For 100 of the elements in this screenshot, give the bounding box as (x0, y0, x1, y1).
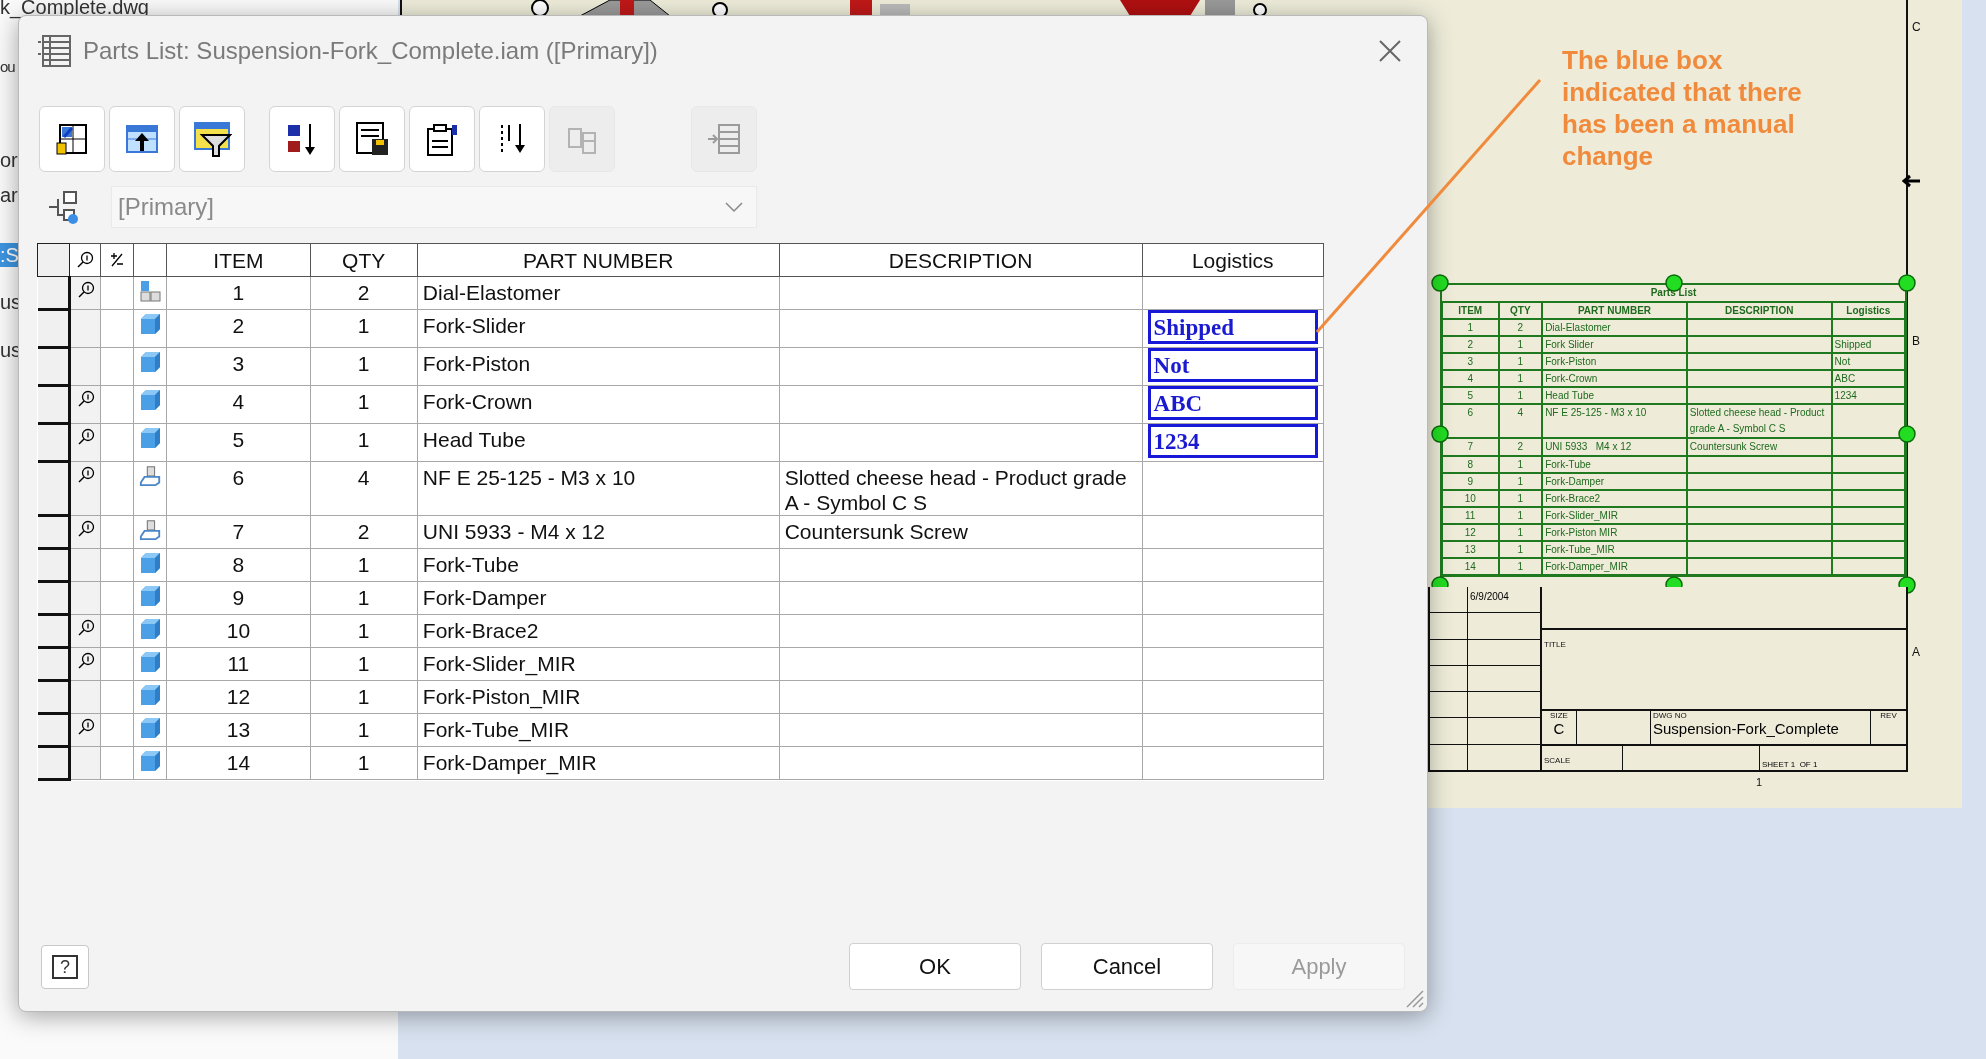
part-number: Fork-Damper (422, 586, 547, 609)
row-header[interactable] (37, 347, 70, 386)
item-number: 13 (226, 718, 251, 741)
close-icon (1378, 39, 1402, 63)
table-cell: Countersunk Screw (1686, 438, 1832, 456)
table-cell: Head Tube (1542, 387, 1687, 404)
panel-item[interactable]: ou (0, 55, 15, 79)
parts-list-table[interactable] (1440, 283, 1907, 577)
table-cell: 3 (1442, 353, 1499, 370)
item-number: 3 (232, 352, 245, 375)
column-header[interactable]: DESCRIPTION (779, 243, 1142, 277)
row-header[interactable] (37, 680, 70, 714)
row-header[interactable] (37, 461, 70, 516)
part-cube-icon (139, 717, 162, 739)
sheet-number: SHEET 1 OF 1 (1761, 760, 1819, 770)
dialog-button[interactable]: OK (849, 943, 1021, 990)
description: Countersunk Screw (784, 520, 968, 543)
column-header[interactable]: Logistics (1142, 243, 1324, 277)
date: 6/9/2004 (1470, 591, 1509, 602)
toolbar-button[interactable] (339, 106, 405, 172)
selection-handle[interactable] (1431, 274, 1449, 292)
part-number: Fork-Piston_MIR (422, 685, 581, 708)
table-cell: Shipped (1831, 336, 1905, 353)
margin-label: A (1912, 644, 1920, 661)
row-header[interactable] (37, 581, 70, 615)
table-cell: Fork-Slider_MIR (1542, 507, 1687, 524)
panel-item[interactable]: k_Complete.dwg (0, 0, 149, 19)
dialog-button[interactable]: Cancel (1041, 943, 1213, 990)
table-cell: Fork-Piston (1542, 353, 1687, 370)
table-cell: Fork-Tube (1542, 456, 1687, 473)
table-cell: NF E 25-125 - M3 x 10 (1542, 404, 1687, 438)
item-number: 11 (227, 652, 250, 675)
row-header[interactable] (37, 515, 70, 549)
quantity: 1 (357, 314, 370, 337)
quantity: 1 (357, 751, 370, 774)
part-cube-icon (139, 552, 162, 574)
drawing-number: Suspension-Fork_Complete (1652, 720, 1840, 739)
part-cube-icon (139, 750, 162, 772)
table-cell: ABC (1831, 370, 1905, 387)
help-button[interactable]: ? (41, 944, 89, 989)
parts-list-title: Parts List (1650, 286, 1697, 300)
part-number: Fork-Tube_MIR (422, 718, 570, 741)
overridden-value[interactable]: 1234 (1147, 424, 1318, 458)
table-cell: 1 (1498, 353, 1543, 370)
panel-item[interactable]: ar (0, 183, 18, 207)
toolbar-button[interactable] (269, 106, 335, 172)
content-part-icon (139, 465, 162, 487)
row-header[interactable] (37, 385, 70, 424)
table-cell: Dial-Elastomer (1542, 319, 1687, 336)
part-number: Fork-Piston (422, 352, 531, 375)
table-cell: 1 (1498, 558, 1543, 575)
part-cube-icon (139, 684, 162, 706)
part-number: Fork-Tube (422, 553, 519, 576)
selection-handle[interactable] (1431, 425, 1449, 443)
table-cell: 9 (1442, 473, 1499, 490)
table-cell: Fork-Crown (1542, 370, 1687, 387)
quantity: 2 (357, 520, 370, 543)
table-cell: 8 (1442, 456, 1499, 473)
overridden-value[interactable]: Shipped (1147, 310, 1318, 344)
margin-label: B (1912, 333, 1920, 350)
toolbar-button[interactable] (109, 106, 175, 172)
toolbar-button[interactable] (479, 106, 545, 172)
description: Slotted cheese head - Product grade A - Symbol C S (784, 466, 1127, 514)
part-cube-icon (139, 427, 162, 449)
overridden-value[interactable]: ABC (1147, 386, 1318, 420)
column-header[interactable]: QTY (310, 243, 418, 277)
window-title: Parts List: Suspension-Fork_Complete.iam ([Primary]) (83, 36, 658, 66)
row-header[interactable] (37, 713, 70, 747)
toolbar-button[interactable] (179, 106, 245, 172)
selection-handle[interactable] (1898, 425, 1916, 443)
table-cell: Fork-Piston MIR (1542, 524, 1687, 541)
panel-item[interactable]: or (0, 148, 18, 172)
sheet-size: C (1553, 720, 1565, 739)
row-header[interactable] (37, 309, 70, 348)
item-number: 14 (226, 751, 251, 774)
balloon-icon (76, 251, 95, 269)
toolbar-button[interactable] (409, 106, 475, 172)
column-header[interactable]: ITEM (166, 243, 311, 277)
row-header[interactable] (37, 423, 70, 462)
field-label: SIZE (1549, 711, 1569, 721)
selection-handle[interactable] (1898, 274, 1916, 292)
table-cell: 11 (1442, 507, 1499, 524)
row-header[interactable] (37, 614, 70, 648)
row-header[interactable] (37, 647, 70, 681)
table-cell: Fork Slider (1542, 336, 1687, 353)
table-cell: Slotted cheese head - Product grade A - Symbol C S (1686, 404, 1832, 438)
row-header[interactable] (37, 746, 70, 780)
table-cell: 2 (1498, 438, 1543, 456)
item-number: 7 (232, 520, 245, 543)
column-header: ITEM (1442, 302, 1499, 319)
toolbar-button[interactable] (39, 106, 105, 172)
quantity: 1 (357, 390, 370, 413)
row-header[interactable] (37, 276, 70, 310)
overridden-value[interactable]: Not (1147, 348, 1318, 382)
margin-label: 1 (1756, 775, 1763, 790)
arrow-icon (1902, 174, 1920, 188)
part-cube-icon (139, 313, 162, 335)
table-cell: 10 (1442, 490, 1499, 507)
column-header[interactable]: PART NUMBER (417, 243, 780, 277)
row-header[interactable] (37, 548, 70, 582)
